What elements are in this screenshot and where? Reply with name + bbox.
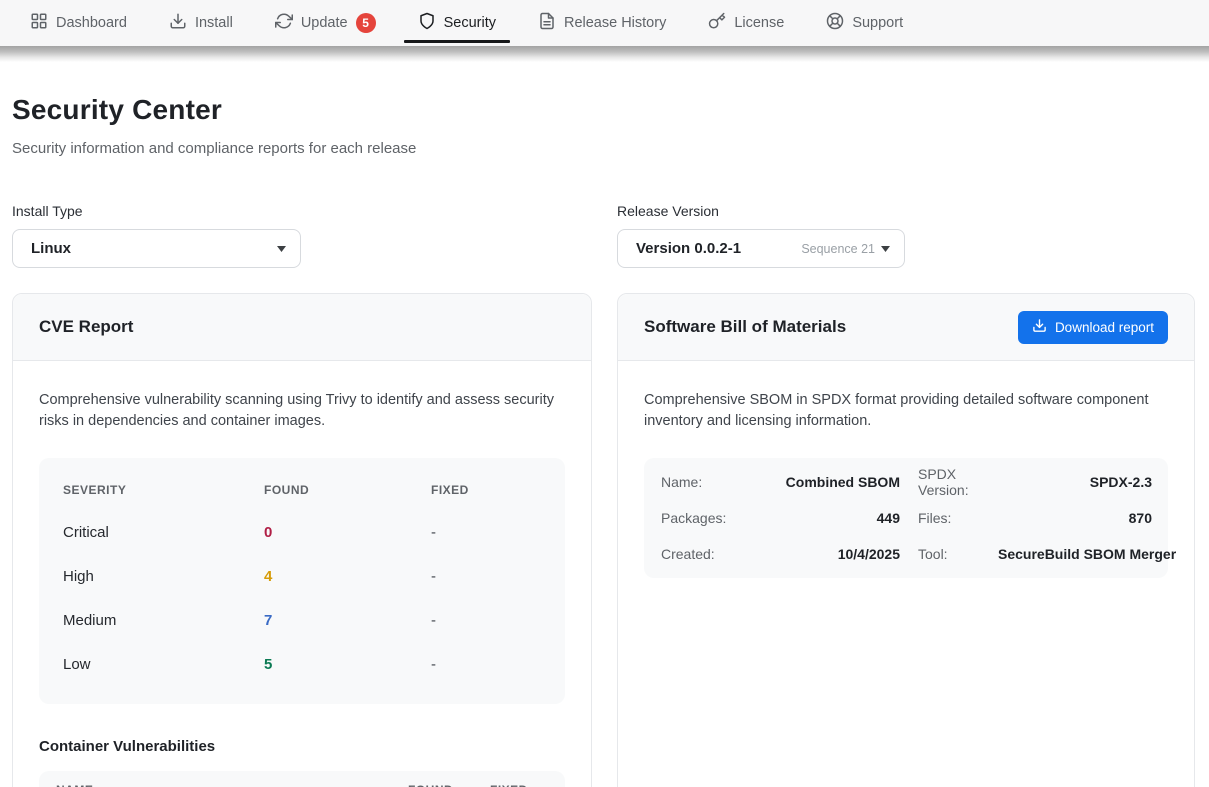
dashboard-icon	[30, 12, 48, 34]
cve-report-card-body: Comprehensive vulnerability scanning usi…	[13, 361, 591, 787]
update-count-badge: 5	[356, 13, 376, 33]
support-lifebuoy-icon	[826, 12, 844, 34]
detail-label: Tool:	[900, 546, 998, 562]
nav-item-label: Security	[444, 15, 496, 31]
scroll-shadow-bar	[0, 46, 1209, 62]
install-type-value: Linux	[31, 240, 71, 257]
release-version-select[interactable]: Version 0.0.2-1 Sequence 21	[617, 229, 905, 268]
severity-table-header: SEVERITY FOUND FIXED	[63, 470, 541, 510]
severity-table: SEVERITY FOUND FIXED Critical 0 - High 4…	[39, 458, 565, 704]
license-key-icon	[708, 12, 726, 34]
nav-item-support[interactable]: Support	[812, 0, 917, 46]
install-type-select[interactable]: Linux	[12, 229, 301, 268]
install-icon	[169, 12, 187, 34]
sbom-details-table: Name: Combined SBOM SPDX Version: SPDX-2…	[644, 458, 1168, 578]
detail-label: Name:	[661, 474, 749, 490]
severity-name: Low	[63, 656, 264, 673]
severity-found-count: 5	[264, 656, 431, 673]
severity-fixed-count: -	[431, 568, 541, 585]
container-vulnerabilities-heading: Container Vulnerabilities	[39, 738, 565, 755]
page-subtitle: Security information and compliance repo…	[12, 140, 1195, 157]
install-type-filter: Install Type Linux	[12, 203, 592, 268]
found-column-header: FOUND	[408, 783, 490, 787]
severity-fixed-count: -	[431, 612, 541, 629]
chevron-down-icon	[277, 246, 286, 252]
nav-item-license[interactable]: License	[694, 0, 798, 46]
severity-name: Critical	[63, 524, 264, 541]
container-table-header: NAME FOUND FIXED	[39, 771, 565, 787]
nav-item-label: License	[734, 15, 784, 31]
nav-item-install[interactable]: Install	[155, 0, 247, 46]
cve-report-description: Comprehensive vulnerability scanning usi…	[39, 390, 565, 432]
detail-value: 449	[749, 510, 900, 526]
cards-row: CVE Report Comprehensive vulnerability s…	[12, 293, 1195, 787]
download-icon	[1032, 318, 1047, 336]
table-row: Low 5 -	[63, 642, 541, 686]
nav-item-label: Install	[195, 15, 233, 31]
release-version-label: Release Version	[617, 203, 1195, 219]
severity-column-header: SEVERITY	[63, 483, 264, 497]
cve-report-card-header: CVE Report	[13, 294, 591, 361]
nav-item-release-history[interactable]: Release History	[524, 0, 680, 46]
release-version-value: Version 0.0.2-1	[636, 240, 741, 257]
sbom-title: Software Bill of Materials	[644, 317, 846, 337]
detail-value: 870	[998, 510, 1152, 526]
release-history-icon	[538, 12, 556, 34]
nav-item-label: Release History	[564, 15, 666, 31]
release-version-filter: Release Version Version 0.0.2-1 Sequence…	[617, 203, 1195, 268]
cve-report-title: CVE Report	[39, 317, 133, 337]
table-row: High 4 -	[63, 554, 541, 598]
detail-label: Created:	[661, 546, 749, 562]
release-sequence-label: Sequence 21	[801, 242, 875, 256]
nav-item-label: Dashboard	[56, 15, 127, 31]
table-row: Critical 0 -	[63, 510, 541, 554]
found-column-header: FOUND	[264, 483, 431, 497]
download-report-button[interactable]: Download report	[1018, 311, 1168, 344]
name-column-header: NAME	[56, 783, 408, 787]
install-type-label: Install Type	[12, 203, 592, 219]
table-row: Created: 10/4/2025 Tool: SecureBuild SBO…	[661, 536, 1152, 572]
cve-report-card: CVE Report Comprehensive vulnerability s…	[12, 293, 592, 787]
severity-found-count: 7	[264, 612, 431, 629]
nav-item-update[interactable]: Update 5	[261, 0, 390, 46]
fixed-column-header: FIXED	[490, 783, 548, 787]
detail-value: 10/4/2025	[749, 546, 900, 562]
update-icon	[275, 12, 293, 34]
main-content: Security Center Security information and…	[0, 62, 1209, 787]
detail-label: Files:	[900, 510, 998, 526]
detail-value: Combined SBOM	[749, 474, 900, 490]
top-navigation: Dashboard Install Update 5 Security Rele…	[0, 0, 1209, 46]
nav-item-label: Update	[301, 15, 348, 31]
table-row: Packages: 449 Files: 870	[661, 500, 1152, 536]
detail-label: Packages:	[661, 510, 749, 526]
detail-value: SPDX-2.3	[998, 474, 1152, 490]
nav-item-security[interactable]: Security	[404, 0, 510, 46]
nav-item-dashboard[interactable]: Dashboard	[16, 0, 141, 46]
severity-fixed-count: -	[431, 656, 541, 673]
table-row: Medium 7 -	[63, 598, 541, 642]
severity-fixed-count: -	[431, 524, 541, 541]
detail-value: SecureBuild SBOM Merger	[998, 546, 1176, 562]
severity-name: High	[63, 568, 264, 585]
severity-name: Medium	[63, 612, 264, 629]
filters-row: Install Type Linux Release Version Versi…	[12, 203, 1195, 268]
severity-found-count: 0	[264, 524, 431, 541]
sbom-card-header: Software Bill of Materials Download repo…	[618, 294, 1194, 361]
table-row: Name: Combined SBOM SPDX Version: SPDX-2…	[661, 464, 1152, 500]
fixed-column-header: FIXED	[431, 483, 541, 497]
sbom-description: Comprehensive SBOM in SPDX format provid…	[644, 390, 1168, 432]
nav-item-label: Support	[852, 15, 903, 31]
detail-label: SPDX Version:	[900, 466, 998, 498]
chevron-down-icon	[881, 246, 890, 252]
sbom-card: Software Bill of Materials Download repo…	[617, 293, 1195, 787]
page-title: Security Center	[12, 94, 1195, 126]
download-report-label: Download report	[1055, 320, 1154, 335]
severity-found-count: 4	[264, 568, 431, 585]
sbom-card-body: Comprehensive SBOM in SPDX format provid…	[618, 361, 1194, 604]
security-shield-icon	[418, 12, 436, 34]
